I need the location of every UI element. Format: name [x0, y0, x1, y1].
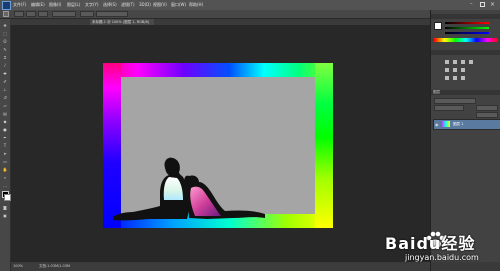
adjustment-icon[interactable]: [453, 76, 457, 80]
extra-tools-icon[interactable]: …: [2, 183, 8, 188]
blend-mode-select[interactable]: [434, 105, 464, 111]
option-control[interactable]: [26, 11, 36, 17]
b-slider[interactable]: [445, 32, 489, 34]
adjustment-icon[interactable]: [453, 60, 457, 64]
adjustment-icon[interactable]: [445, 68, 449, 72]
tool-preset-icon[interactable]: [3, 11, 9, 17]
app-logo[interactable]: [2, 1, 11, 10]
menu-type[interactable]: 文字(Y): [85, 2, 99, 8]
layer-row[interactable]: ◉ 图层 1: [433, 119, 500, 130]
adjustment-icon[interactable]: [461, 60, 465, 64]
path-select-tool-icon[interactable]: ➤: [2, 151, 8, 156]
rainbow-border-right: [315, 63, 333, 228]
visibility-eye-icon[interactable]: ◉: [435, 122, 439, 127]
watermark-brand: Baidu经验: [385, 234, 476, 253]
fill-field[interactable]: [476, 112, 498, 118]
options-bar: 基本功能: [0, 10, 500, 19]
clone-stamp-tool-icon[interactable]: ⊥: [2, 87, 8, 92]
history-brush-tool-icon[interactable]: ↺: [2, 95, 8, 100]
dodge-tool-icon[interactable]: ●: [2, 127, 8, 132]
color-panel-header[interactable]: [431, 14, 500, 19]
menu-select[interactable]: 选择(S): [103, 2, 117, 8]
background-color-swatch[interactable]: [4, 194, 11, 201]
watermark-url: jingyan.baidu.com: [405, 253, 479, 262]
close-button[interactable]: ×: [490, 1, 497, 8]
option-control[interactable]: [96, 11, 128, 17]
menu-bar: 文件(F) 编辑(E) 图像(I) 图层(L) 文字(Y) 选择(S) 滤镜(T…: [0, 0, 500, 10]
menu-image[interactable]: 图像(I): [49, 2, 61, 8]
g-slider[interactable]: [445, 27, 489, 29]
adjustment-icon[interactable]: [461, 68, 465, 72]
opacity-field[interactable]: [476, 105, 498, 111]
option-control[interactable]: [14, 11, 24, 17]
menu-edit[interactable]: 编辑(E): [31, 2, 45, 8]
hand-tool-icon[interactable]: ✋: [2, 167, 8, 172]
rainbow-border-top: [103, 63, 333, 77]
adjustment-icon[interactable]: [461, 76, 465, 80]
menu-window[interactable]: 窗口(W): [171, 2, 186, 8]
eraser-tool-icon[interactable]: ▱: [2, 103, 8, 108]
lasso-tool-icon[interactable]: ʘ: [2, 39, 8, 44]
layer-filter[interactable]: [434, 98, 476, 104]
document-info[interactable]: 文档:1.03M/1.03M: [39, 264, 70, 269]
minimize-button[interactable]: –: [470, 2, 476, 7]
menu-layer[interactable]: 图层(L): [67, 2, 80, 8]
quick-select-tool-icon[interactable]: ✎: [2, 47, 8, 52]
menu-3d[interactable]: 3D(D): [139, 2, 151, 7]
zoom-level[interactable]: 100%: [13, 264, 23, 268]
menu-help[interactable]: 帮助(H): [189, 2, 203, 8]
option-control[interactable]: [52, 11, 76, 17]
zoom-tool-icon[interactable]: ⌕: [2, 175, 8, 180]
pen-tool-icon[interactable]: ✒: [2, 135, 8, 140]
menu-filter[interactable]: 滤镜(T): [121, 2, 135, 8]
shape-tool-icon[interactable]: ▭: [2, 159, 8, 164]
quick-mask-icon[interactable]: ◙: [2, 205, 8, 210]
layer-name[interactable]: 图层 1: [453, 122, 463, 127]
adjustment-icon[interactable]: [445, 76, 449, 80]
r-slider[interactable]: [445, 22, 489, 24]
couple-silhouette: [113, 157, 265, 221]
brush-tool-icon[interactable]: ✐: [2, 79, 8, 84]
eyedropper-tool-icon[interactable]: ⁄: [2, 63, 8, 68]
healing-tool-icon[interactable]: ✚: [2, 71, 8, 76]
adjustment-icon[interactable]: [445, 60, 449, 64]
blur-tool-icon[interactable]: ◆: [2, 119, 8, 124]
baidu-watermark: Baidu经验 jingyan.baidu.com: [385, 228, 497, 268]
menu-view[interactable]: 视图(V): [153, 2, 167, 8]
crop-tool-icon[interactable]: ⌗: [2, 55, 8, 60]
document-tab[interactable]: 未标题-1 @ 100% (图层 1, RGB/8): [90, 19, 154, 25]
adjustment-icon[interactable]: [469, 60, 473, 64]
move-tool-icon[interactable]: ✥: [2, 23, 8, 28]
marquee-tool-icon[interactable]: ⬚: [2, 31, 8, 36]
type-tool-icon[interactable]: T: [2, 143, 8, 148]
foreground-color-chip[interactable]: [434, 22, 442, 30]
layers-panel-header[interactable]: 图层: [431, 90, 500, 95]
document-tab-bar: 未标题-1 @ 100% (图层 1, RGB/8): [10, 19, 430, 25]
adjustments-panel-header[interactable]: [431, 50, 500, 55]
tools-panel: ✥ ⬚ ʘ ✎ ⌗ ⁄ ✚ ✐ ⊥ ↺ ▱ ▤ ◆ ● ✒ T ➤ ▭ ✋ ⌕ …: [0, 19, 11, 271]
screen-mode-icon[interactable]: ▣: [2, 213, 8, 218]
status-bar: 100% 文档:1.03M/1.03M: [11, 262, 430, 271]
option-control[interactable]: [80, 11, 94, 17]
color-spectrum-bar[interactable]: [434, 38, 498, 42]
layer-thumbnail: [441, 121, 450, 127]
adjustment-icon[interactable]: [453, 68, 457, 72]
option-control[interactable]: [38, 11, 48, 17]
menu-file[interactable]: 文件(F): [13, 2, 26, 8]
layers-panel-title: 图层: [433, 90, 440, 94]
maximize-button[interactable]: [480, 2, 485, 7]
gradient-tool-icon[interactable]: ▤: [2, 111, 8, 116]
